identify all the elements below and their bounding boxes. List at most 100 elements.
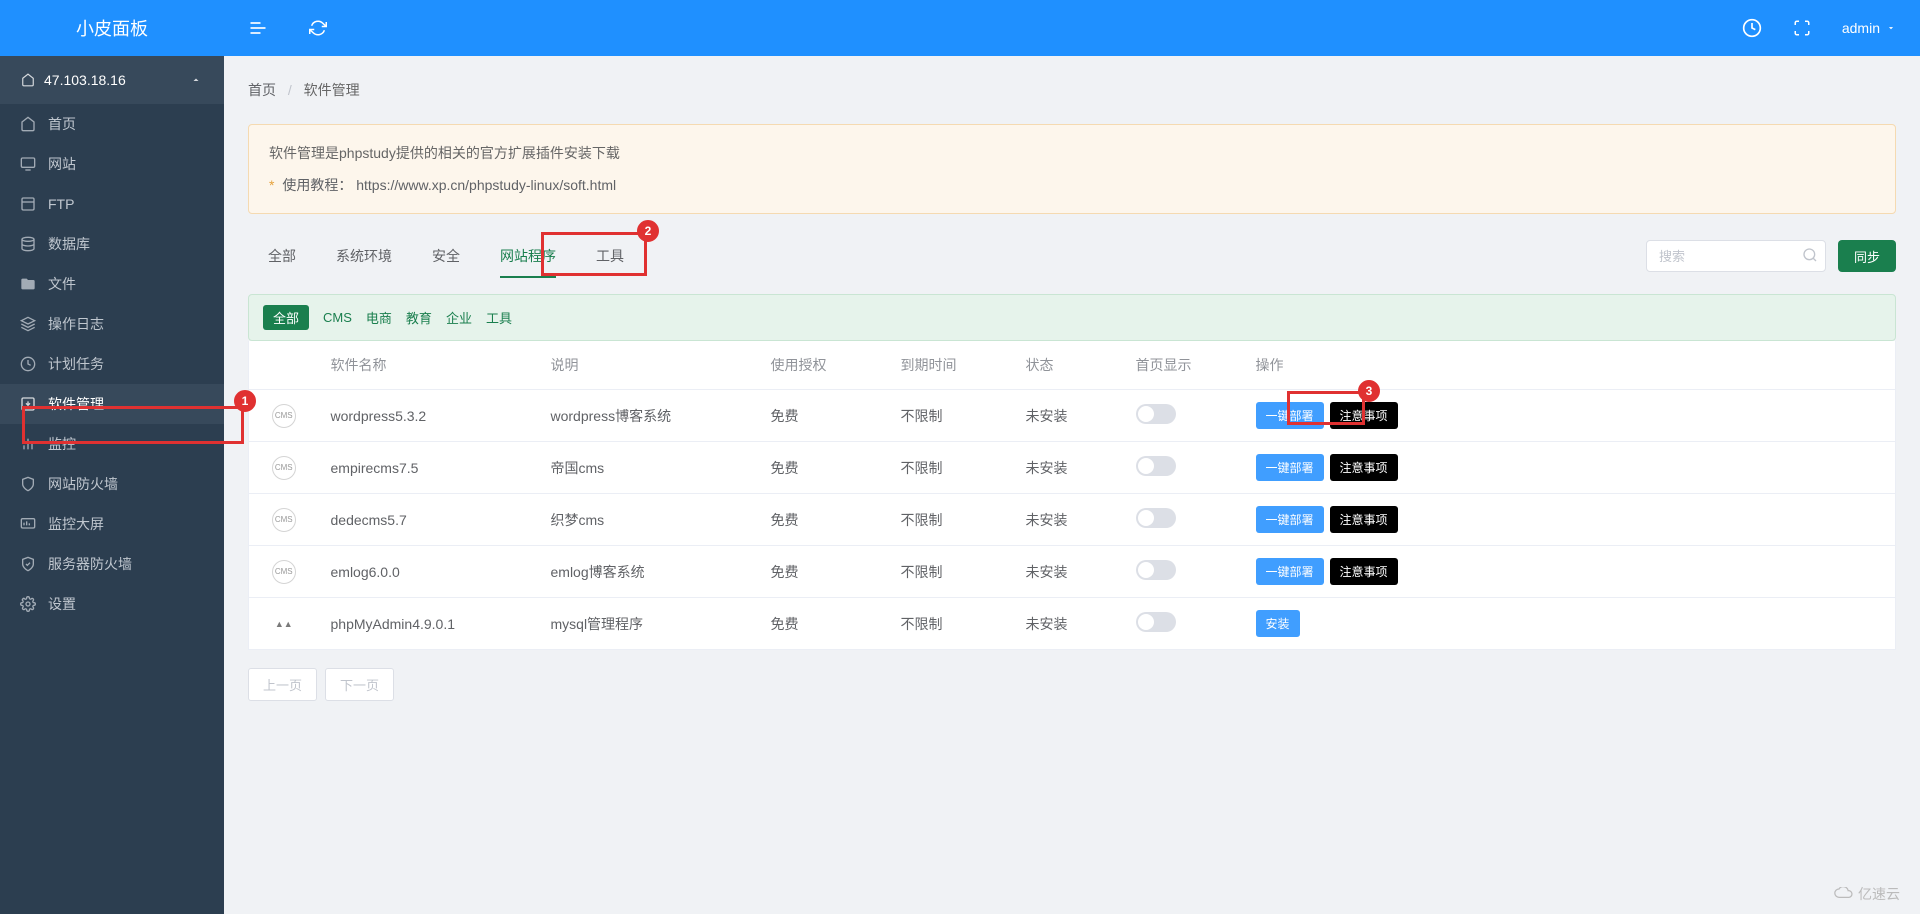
cell-status: 未安装 <box>1014 546 1124 598</box>
server-ip-row[interactable]: 47.103.18.16 <box>0 56 224 104</box>
filter-tag[interactable]: 工具 <box>486 308 512 327</box>
sidebar-item-folder[interactable]: 文件 <box>0 264 224 304</box>
cell-license: 免费 <box>759 390 889 442</box>
tab-item[interactable]: 全部 <box>268 234 296 278</box>
sidebar-item-ftp[interactable]: FTP <box>0 184 224 224</box>
breadcrumb-home[interactable]: 首页 <box>248 82 276 98</box>
sidebar-item-label: 网站防火墙 <box>48 474 118 494</box>
cell-status: 未安装 <box>1014 390 1124 442</box>
tutorial-link[interactable]: https://www.xp.cn/phpstudy-linux/soft.ht… <box>356 177 616 193</box>
cell-license: 免费 <box>759 442 889 494</box>
cell-name: emlog6.0.0 <box>319 546 539 598</box>
folder-icon <box>20 276 36 292</box>
dashboard-icon[interactable] <box>1742 18 1762 38</box>
sidebar-item-shield2[interactable]: 服务器防火墙 <box>0 544 224 584</box>
filter-tag[interactable]: CMS <box>323 310 352 325</box>
action-button[interactable]: 注意事项 <box>1330 506 1398 533</box>
cell-license: 免费 <box>759 494 889 546</box>
search-icon[interactable] <box>1802 247 1818 263</box>
sidebar-item-screen[interactable]: 监控大屏 <box>0 504 224 544</box>
refresh-icon[interactable] <box>308 18 328 38</box>
cell-actions: 安装 <box>1244 598 1896 650</box>
next-page-button[interactable]: 下一页 <box>325 668 394 701</box>
cell-name: wordpress5.3.2 <box>319 390 539 442</box>
software-table: 软件名称说明使用授权到期时间状态首页显示操作 CMS wordpress5.3.… <box>248 341 1896 650</box>
cell-desc: mysql管理程序 <box>539 598 759 650</box>
sidebar-item-layers[interactable]: 操作日志 <box>0 304 224 344</box>
home-icon <box>20 116 36 132</box>
cell-desc: 帝国cms <box>539 442 759 494</box>
tabs: 全部系统环境安全网站程序工具 <box>248 234 624 278</box>
sidebar-item-label: 服务器防火墙 <box>48 554 132 574</box>
action-button[interactable]: 一键部署 <box>1256 506 1324 533</box>
action-button[interactable]: 注意事项 <box>1330 558 1398 585</box>
alert-title: 软件管理是phpstudy提供的相关的官方扩展插件安装下载 <box>269 143 1875 163</box>
homepage-toggle[interactable] <box>1136 404 1176 424</box>
breadcrumb: 首页 / 软件管理 <box>224 56 1920 100</box>
sidebar-item-label: 文件 <box>48 274 76 294</box>
cell-actions: 一键部署注意事项 <box>1244 546 1896 598</box>
pagination: 上一页 下一页 <box>248 668 1896 701</box>
table-row: CMS emlog6.0.0 emlog博客系统 免费 不限制 未安装 一键部署… <box>249 546 1896 598</box>
user-menu[interactable]: admin <box>1842 20 1896 36</box>
tab-item[interactable]: 工具 <box>596 234 624 278</box>
filter-row: 全部 CMS 电商教育企业工具 <box>248 294 1896 341</box>
action-button[interactable]: 一键部署 <box>1256 402 1324 429</box>
menu-toggle-icon[interactable] <box>248 18 268 38</box>
download-icon <box>20 396 36 412</box>
sidebar-item-gear[interactable]: 设置 <box>0 584 224 624</box>
filter-tag[interactable]: 全部 <box>263 305 309 330</box>
shield2-icon <box>20 556 36 572</box>
table-header: 首页显示 <box>1124 341 1244 390</box>
cell-name: dedecms5.7 <box>319 494 539 546</box>
table-row: CMS wordpress5.3.2 wordpress博客系统 免费 不限制 … <box>249 390 1896 442</box>
homepage-toggle[interactable] <box>1136 560 1176 580</box>
filter-tag[interactable]: 教育 <box>406 308 432 327</box>
cell-expire: 不限制 <box>889 598 1014 650</box>
cell-actions: 一键部署注意事项 <box>1244 390 1896 442</box>
sync-button[interactable]: 同步 <box>1838 240 1896 272</box>
sidebar-item-home[interactable]: 首页 <box>0 104 224 144</box>
sidebar-item-database[interactable]: 数据库 <box>0 224 224 264</box>
tab-item[interactable]: 安全 <box>432 234 460 278</box>
cell-status: 未安装 <box>1014 494 1124 546</box>
action-button[interactable]: 一键部署 <box>1256 558 1324 585</box>
filter-tag[interactable]: 电商 <box>366 308 392 327</box>
screen-icon <box>20 516 36 532</box>
sidebar-item-label: 首页 <box>48 114 76 134</box>
sidebar-item-label: 网站 <box>48 154 76 174</box>
homepage-toggle[interactable] <box>1136 612 1176 632</box>
topbar: admin <box>224 0 1920 56</box>
cell-status: 未安装 <box>1014 598 1124 650</box>
action-button[interactable]: 注意事项 <box>1330 402 1398 429</box>
action-button[interactable]: 安装 <box>1256 610 1300 637</box>
homepage-toggle[interactable] <box>1136 508 1176 528</box>
action-button[interactable]: 注意事项 <box>1330 454 1398 481</box>
cell-actions: 一键部署注意事项 <box>1244 494 1896 546</box>
action-button[interactable]: 一键部署 <box>1256 454 1324 481</box>
cell-name: phpMyAdmin4.9.0.1 <box>319 598 539 650</box>
brand-logo[interactable]: 小皮面板 <box>0 0 224 56</box>
sidebar-item-shield[interactable]: 网站防火墙 <box>0 464 224 504</box>
database-icon <box>20 236 36 252</box>
prev-page-button[interactable]: 上一页 <box>248 668 317 701</box>
table-row: CMS dedecms5.7 织梦cms 免费 不限制 未安装 一键部署注意事项 <box>249 494 1896 546</box>
homepage-toggle[interactable] <box>1136 456 1176 476</box>
sidebar-item-download[interactable]: 软件管理 <box>0 384 224 424</box>
chevron-up-icon <box>188 72 204 88</box>
cell-desc: wordpress博客系统 <box>539 390 759 442</box>
monitor-icon <box>20 156 36 172</box>
sidebar-item-label: 软件管理 <box>48 394 104 414</box>
filter-tag[interactable]: 企业 <box>446 308 472 327</box>
info-alert: 软件管理是phpstudy提供的相关的官方扩展插件安装下载 * 使用教程： ht… <box>248 124 1896 214</box>
search-input[interactable] <box>1646 240 1826 272</box>
breadcrumb-current: 软件管理 <box>304 82 360 98</box>
chevron-down-icon <box>1886 23 1896 33</box>
fullscreen-icon[interactable] <box>1792 18 1812 38</box>
sidebar-item-clock[interactable]: 计划任务 <box>0 344 224 384</box>
tab-item[interactable]: 系统环境 <box>336 234 392 278</box>
main: admin 首页 / 软件管理 软件管理是phpstudy提供的相关的官方扩展插… <box>224 0 1920 914</box>
sidebar-item-monitor[interactable]: 网站 <box>0 144 224 184</box>
sidebar-item-chart[interactable]: 监控 <box>0 424 224 464</box>
tab-item[interactable]: 网站程序 <box>500 234 556 278</box>
